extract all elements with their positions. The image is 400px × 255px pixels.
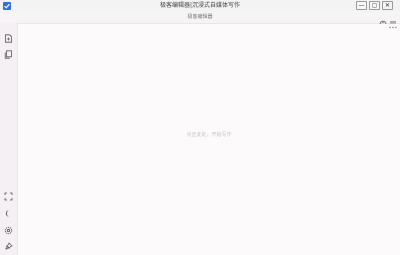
editor-placeholder: 点击此处，开始写作 [186,132,232,138]
maximize-icon: ▢ [371,2,378,9]
close-button[interactable]: ✕ [382,1,393,10]
editor-header: 极客编辑器 [0,12,400,24]
new-file-icon[interactable] [4,28,13,43]
window-title: 极客编辑器|沉浸式自媒体写作 [159,2,241,9]
sidebar [0,23,18,255]
pin-icon[interactable] [4,236,13,250]
palette-icon[interactable] [379,13,387,28]
minimize-icon: — [358,2,365,9]
close-icon: ✕ [384,2,391,9]
fullscreen-icon[interactable] [4,186,13,201]
menu-icon[interactable] [389,13,397,27]
settings-icon[interactable] [4,220,13,235]
editor-title: 极客编辑器 [187,14,213,20]
more-icon[interactable] [389,25,397,31]
minimize-button[interactable]: — [356,1,367,10]
editor-area[interactable]: 点击此处，开始写作 [18,24,400,255]
copy-icon[interactable] [4,44,13,59]
maximize-button[interactable]: ▢ [369,1,380,10]
dark-mode-icon[interactable] [4,203,13,217]
